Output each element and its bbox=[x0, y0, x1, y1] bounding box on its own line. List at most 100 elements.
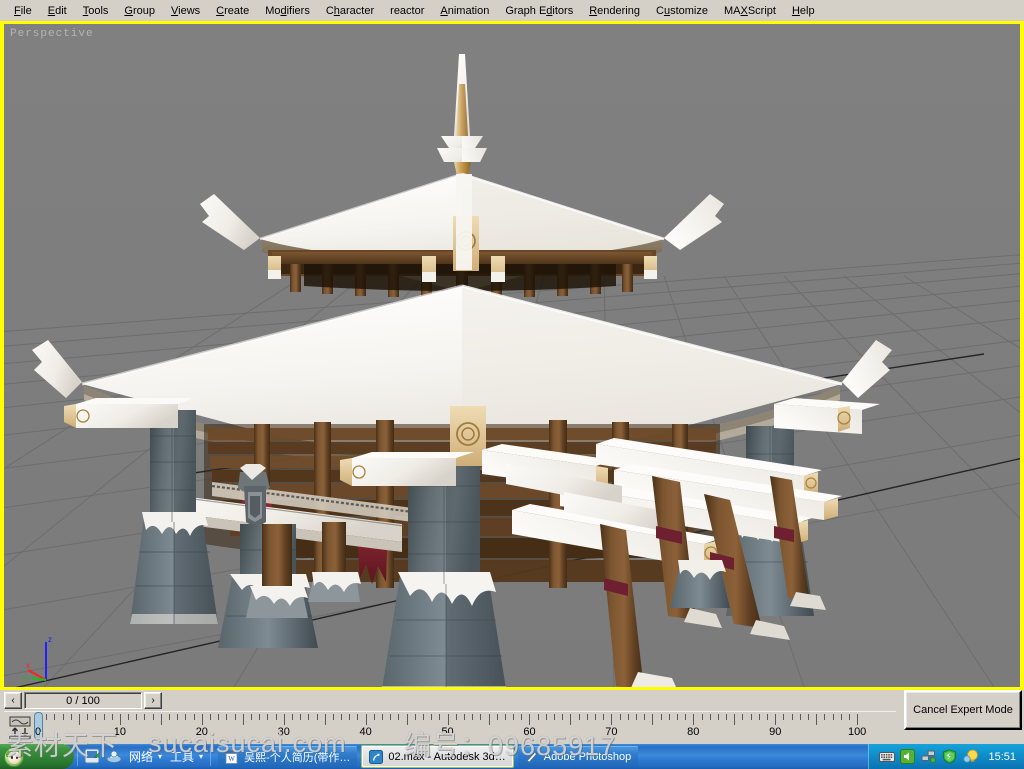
menu-reactor[interactable]: reactor bbox=[382, 2, 432, 20]
ruler-tick bbox=[382, 714, 384, 720]
ruler-tick bbox=[267, 714, 269, 720]
ruler-label: 20 bbox=[195, 726, 208, 738]
ruler-tick bbox=[742, 714, 744, 720]
ruler-tick bbox=[799, 714, 801, 720]
3dsmax-window: File Edit Tools Group Views Create Modifiers Ch… bbox=[0, 0, 1024, 769]
ruler-tick bbox=[783, 714, 785, 720]
axis-tripod: z x y bbox=[22, 632, 68, 682]
key-mode-toggle-icon[interactable] bbox=[6, 714, 34, 740]
menu-animation[interactable]: Animation bbox=[432, 2, 497, 20]
ruler-tick bbox=[857, 714, 859, 725]
ruler-tick bbox=[152, 714, 154, 720]
start-button[interactable] bbox=[0, 744, 74, 769]
menu-group[interactable]: Group bbox=[116, 2, 163, 20]
explorer-icon[interactable] bbox=[103, 744, 125, 769]
taskbar-clock[interactable]: 15:51 bbox=[988, 751, 1016, 763]
ruler-tick bbox=[341, 714, 343, 720]
ruler-tick bbox=[562, 714, 564, 720]
ruler-tick bbox=[136, 714, 138, 720]
keyboard-layout-icon[interactable] bbox=[878, 748, 895, 765]
ruler-tick bbox=[504, 714, 506, 720]
taskbar-button-3dsmax[interactable]: 02.max - Autodesk 3d… bbox=[361, 745, 514, 768]
ruler-tick bbox=[734, 714, 736, 725]
ruler-tick bbox=[324, 714, 326, 725]
ruler-tick bbox=[111, 714, 113, 720]
next-frame-button[interactable]: › bbox=[144, 692, 162, 709]
ruler-tick bbox=[193, 714, 195, 720]
ruler-tick bbox=[177, 714, 179, 720]
expert-mode-border-right bbox=[1020, 21, 1024, 690]
perspective-viewport[interactable]: Perspective z x y bbox=[4, 24, 1020, 687]
ruler-tick bbox=[668, 714, 670, 720]
menu-customize[interactable]: Customize bbox=[648, 2, 716, 20]
taskbar-button-word[interactable]: W 吴熙-个人简历(带作… bbox=[218, 746, 358, 767]
ruler-tick bbox=[316, 714, 318, 720]
ruler-tick bbox=[709, 714, 711, 720]
menu-help[interactable]: Help bbox=[784, 2, 823, 20]
ruler-tick bbox=[455, 714, 457, 720]
ruler-tick bbox=[300, 714, 302, 720]
ruler-tick bbox=[816, 714, 818, 725]
ruler-label: 60 bbox=[523, 726, 536, 738]
menu-create[interactable]: Create bbox=[208, 2, 257, 20]
ruler-tick bbox=[603, 714, 605, 720]
ruler-tick bbox=[62, 714, 64, 720]
ruler-tick bbox=[840, 714, 842, 720]
ruler-tick bbox=[128, 714, 130, 720]
bottom-panel: ‹ 0 / 100 › 10 20 30 40 50 60 70 80 90 100 0 Cance… bbox=[0, 690, 1024, 744]
menu-rendering[interactable]: Rendering bbox=[581, 2, 648, 20]
taskbar-menu-network-label: 网络 bbox=[129, 750, 154, 764]
taskbar-button-photoshop[interactable]: Adobe Photoshop bbox=[517, 746, 639, 767]
ruler-tick bbox=[308, 714, 310, 720]
menu-graph-editors[interactable]: Graph Editors bbox=[497, 2, 581, 20]
volume-icon[interactable] bbox=[899, 748, 916, 765]
ruler-tick bbox=[357, 714, 359, 720]
ruler-label: 50 bbox=[441, 726, 454, 738]
start-orb-icon bbox=[4, 746, 24, 767]
ruler-tick bbox=[169, 714, 171, 720]
pagoda-geometry bbox=[32, 54, 892, 687]
menu-file[interactable]: File bbox=[6, 2, 40, 20]
ruler-tick bbox=[586, 714, 588, 720]
3dsmax-icon bbox=[369, 749, 384, 764]
ruler-tick bbox=[554, 714, 556, 720]
viewport-label[interactable]: Perspective bbox=[10, 28, 94, 40]
timeline-ruler[interactable]: 10 20 30 40 50 60 70 80 90 100 0 bbox=[34, 712, 894, 741]
ruler-tick bbox=[701, 714, 703, 720]
ruler-label: 100 bbox=[847, 726, 867, 738]
menu-character[interactable]: Character bbox=[318, 2, 382, 20]
menu-tools[interactable]: Tools bbox=[75, 2, 117, 20]
network-icon[interactable] bbox=[920, 748, 937, 765]
taskbar-menu-tools[interactable]: 工具 ▾ bbox=[166, 744, 207, 769]
ruler-tick bbox=[513, 714, 515, 720]
ruler-tick bbox=[78, 714, 80, 725]
taskbar-button-photoshop-label: Adobe Photoshop bbox=[543, 750, 632, 763]
photoshop-icon bbox=[525, 750, 539, 764]
ruler-tick bbox=[488, 714, 490, 725]
menu-edit[interactable]: Edit bbox=[40, 2, 75, 20]
menu-views[interactable]: Views bbox=[163, 2, 208, 20]
pagoda-3d-model[interactable] bbox=[4, 24, 1020, 687]
taskbar-menu-network[interactable]: 网络 ▾ bbox=[125, 744, 166, 769]
cancel-expert-mode-button[interactable]: Cancel Expert Mode bbox=[904, 690, 1022, 730]
menu-modifiers[interactable]: Modifiers bbox=[257, 2, 318, 20]
ruler-tick bbox=[717, 714, 719, 720]
prev-frame-button[interactable]: ‹ bbox=[4, 692, 22, 709]
svg-text:W: W bbox=[228, 755, 235, 763]
ruler-tick bbox=[685, 714, 687, 720]
current-frame-display[interactable]: 0 / 100 bbox=[24, 692, 142, 709]
ruler-label: 30 bbox=[277, 726, 290, 738]
ruler-tick bbox=[767, 714, 769, 720]
ruler-tick bbox=[611, 714, 613, 725]
ruler-tick bbox=[570, 714, 572, 725]
ruler-tick bbox=[365, 714, 367, 725]
taskbar-menu-tools-label: 工具 bbox=[170, 750, 195, 764]
notification-bulb-icon[interactable] bbox=[962, 748, 979, 765]
ruler-tick bbox=[521, 714, 523, 720]
show-desktop-icon[interactable] bbox=[81, 744, 103, 769]
menu-maxscript[interactable]: MAXScript bbox=[716, 2, 784, 20]
ruler-tick bbox=[652, 714, 654, 725]
ruler-tick bbox=[848, 714, 850, 720]
shield-security-icon[interactable] bbox=[941, 748, 958, 765]
track-bar[interactable]: 10 20 30 40 50 60 70 80 90 100 0 bbox=[4, 711, 896, 741]
